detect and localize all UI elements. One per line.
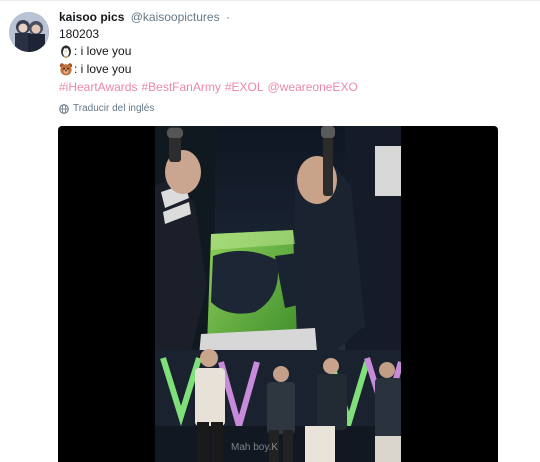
avatar[interactable] <box>9 12 49 52</box>
divider <box>0 0 540 1</box>
tweet-card: kaisoo pics @kaisoopictures · 180203 : i… <box>0 0 540 462</box>
video-frame <box>155 126 401 462</box>
display-name[interactable]: kaisoo pics <box>59 10 124 24</box>
penguin-emoji <box>61 45 71 58</box>
tweet-header: kaisoo pics @kaisoopictures · <box>59 10 230 24</box>
tweet-text: : i love you <box>74 62 132 76</box>
tweet-text-line: : i love you <box>59 62 131 76</box>
video-player[interactable]: Mah boy.K <box>58 126 498 462</box>
hashtag-link[interactable]: #EXOL <box>225 80 264 94</box>
user-handle[interactable]: @kaisoopictures <box>131 10 220 24</box>
tweet-text-line: 180203 <box>59 27 99 41</box>
separator-dot: · <box>225 10 230 24</box>
hashtag-link[interactable]: #BestFanArmy <box>141 80 220 94</box>
translate-link[interactable]: Traducir del inglés <box>59 103 154 114</box>
video-watermark: Mah boy.K <box>231 442 279 453</box>
hashtag-link[interactable]: #iHeartAwards <box>59 80 137 94</box>
mention-link[interactable]: @weareoneEXO <box>268 80 358 94</box>
hashtag-row: #iHeartAwards #BestFanArmy #EXOL @weareoneE… <box>59 80 358 94</box>
translate-label: Traducir del inglés <box>73 103 155 114</box>
tweet-text: 180203 <box>59 27 100 41</box>
tweet-text-line: : i love you <box>59 44 131 58</box>
tweet-text: : i love you <box>74 44 132 58</box>
bear-emoji <box>59 63 73 76</box>
globe-icon <box>59 103 69 114</box>
